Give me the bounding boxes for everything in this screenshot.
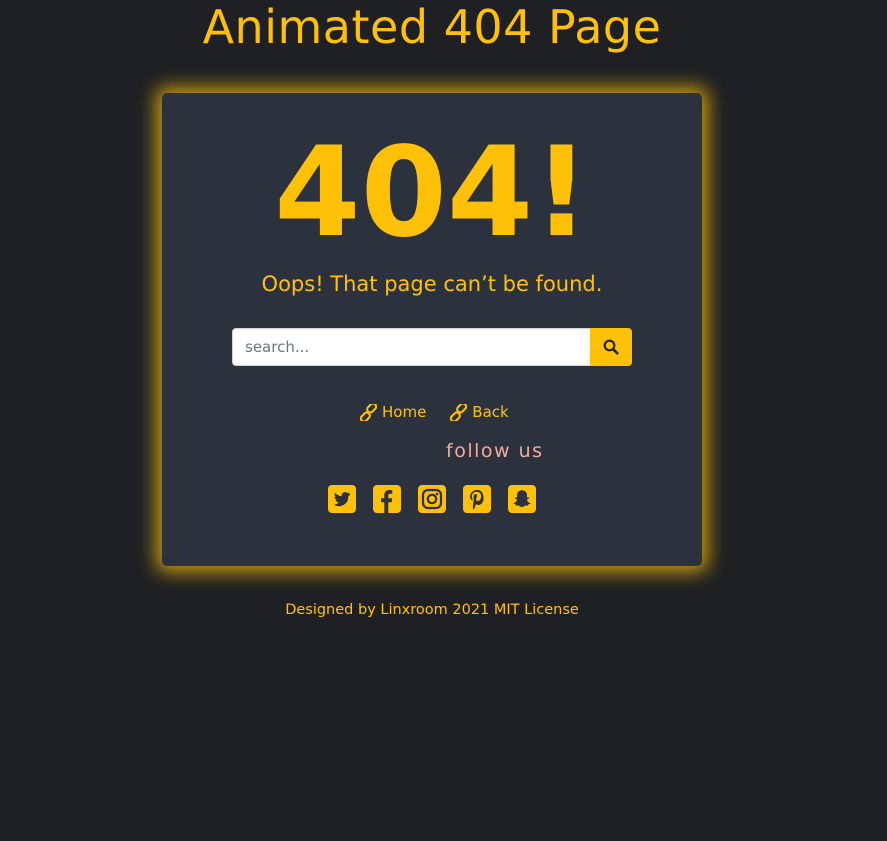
snapchat-icon[interactable] [508, 485, 536, 513]
link-icon [450, 403, 468, 421]
footer-credit: Designed by Linxroom 2021 MIT License [285, 602, 579, 618]
search-button[interactable] [590, 328, 632, 366]
pinterest-icon[interactable] [463, 485, 491, 513]
back-link[interactable]: Back [450, 400, 509, 424]
search-bar [232, 328, 632, 366]
search-input[interactable] [232, 328, 590, 366]
nav-links: Home Back [360, 400, 509, 424]
home-link-label: Home [382, 403, 427, 421]
error-message: Oops! That page can’t be found. [261, 272, 603, 296]
instagram-icon[interactable] [418, 485, 446, 513]
facebook-icon[interactable] [373, 485, 401, 513]
follow-us-label: follow us [446, 440, 544, 462]
search-icon [603, 339, 619, 355]
twitter-icon[interactable] [328, 485, 356, 513]
back-link-label: Back [472, 403, 509, 421]
error-code: 404! [274, 121, 590, 265]
social-links [328, 485, 536, 513]
home-link[interactable]: Home [360, 400, 426, 424]
page-title: Animated 404 Page [202, 0, 662, 54]
link-icon [360, 403, 377, 421]
